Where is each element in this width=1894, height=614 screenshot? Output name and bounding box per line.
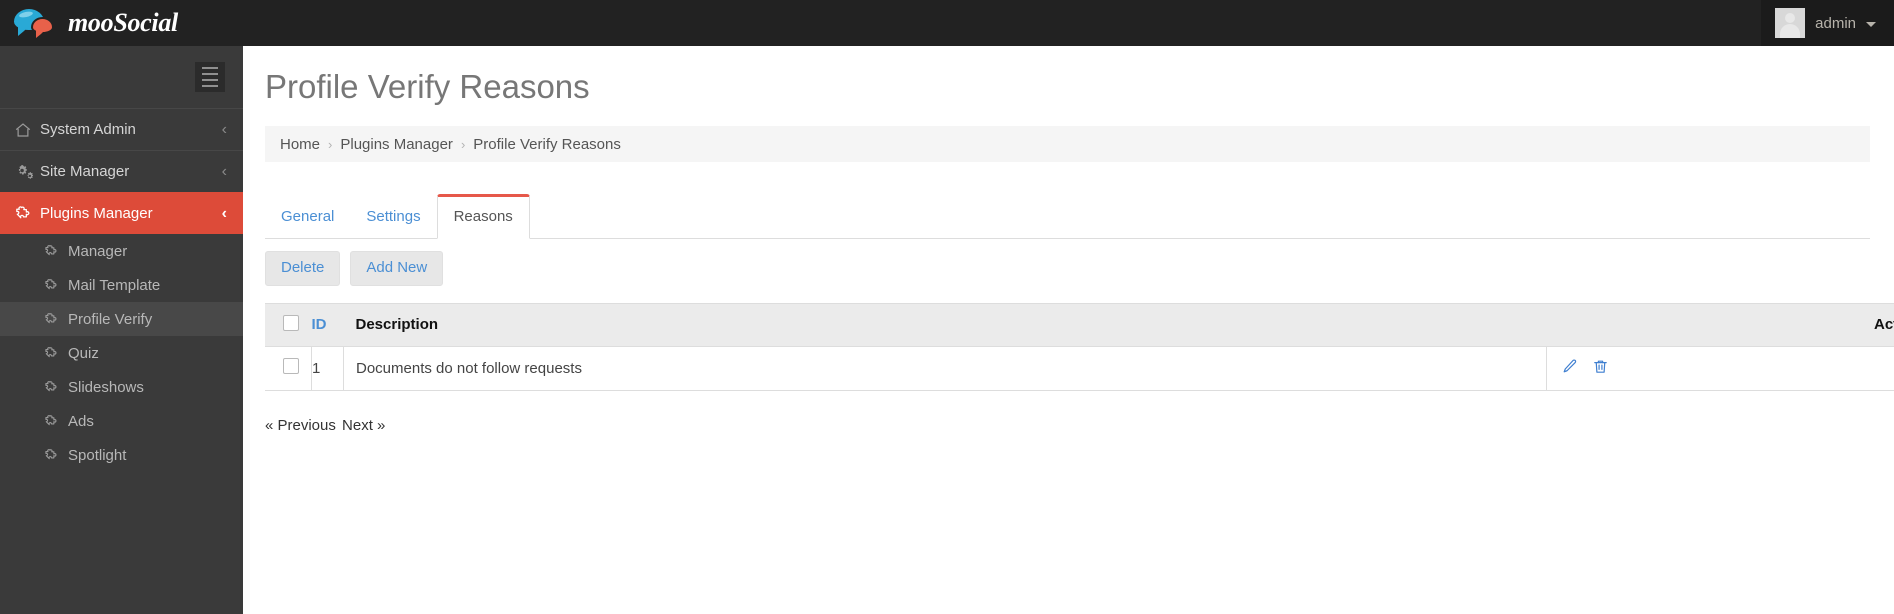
user-avatar-placeholder-icon [1775, 8, 1806, 38]
sidebar: System Admin ‹ Site Manager ‹ Plugins Ma… [0, 46, 243, 614]
breadcrumb-item-plugins-manager[interactable]: Plugins Manager [340, 136, 453, 153]
row-id-cell: 1 [311, 346, 344, 391]
home-icon [14, 121, 40, 139]
sidebar-item-quiz[interactable]: Quiz [0, 336, 243, 370]
puzzle-piece-icon [44, 380, 61, 395]
sidebar-item-ads[interactable]: Ads [0, 404, 243, 438]
sidebar-subitem-label: Mail Template [68, 276, 161, 294]
hamburger-menu-icon[interactable] [195, 62, 225, 92]
sidebar-item-plugins-manager[interactable]: Plugins Manager ‹ [0, 192, 243, 234]
reasons-table: ID Description Actions 1 Documents do no… [265, 302, 1894, 391]
sidebar-subitem-label: Quiz [68, 344, 99, 362]
sidebar-item-system-admin[interactable]: System Admin ‹ [0, 108, 243, 150]
chevron-left-icon[interactable]: ‹ [222, 163, 227, 180]
tab-bar: General Settings Reasons [265, 194, 1870, 239]
pagination-previous[interactable]: « Previous [265, 417, 336, 434]
row-actions-cell [1546, 346, 1894, 391]
pagination-next[interactable]: Next » [342, 417, 385, 434]
breadcrumb-item-home[interactable]: Home [280, 136, 320, 153]
user-name-label: admin [1815, 14, 1856, 32]
gears-icon [14, 163, 40, 181]
action-button-row: Delete Add New [265, 251, 1870, 286]
sidebar-subitem-label: Spotlight [68, 446, 127, 464]
sidebar-toggle-row [0, 46, 243, 108]
puzzle-piece-icon [44, 414, 61, 429]
breadcrumb: Home › Plugins Manager › Profile Verify … [265, 126, 1870, 162]
sidebar-subnav: Manager Mail Template Profile Verify Qui… [0, 234, 243, 472]
add-new-button[interactable]: Add New [350, 251, 444, 286]
tab-general[interactable]: General [265, 196, 350, 238]
pagination: « Previous Next » [265, 417, 1870, 434]
row-select-cell [265, 346, 312, 391]
tab-settings[interactable]: Settings [350, 196, 436, 238]
page-title: Profile Verify Reasons [265, 68, 590, 105]
puzzle-piece-icon [44, 448, 61, 463]
brand-name: mooSocial [68, 8, 178, 37]
puzzle-piece-icon [44, 278, 61, 293]
table-row: 1 Documents do not follow requests [265, 346, 1894, 391]
table-header-row: ID Description Actions [265, 302, 1894, 347]
breadcrumb-separator-icon: › [460, 136, 466, 152]
chevron-down-icon[interactable] [1866, 22, 1876, 27]
puzzle-piece-icon [44, 244, 61, 259]
sidebar-subitem-label: Profile Verify [68, 310, 153, 328]
sidebar-item-label: Site Manager [40, 163, 130, 180]
sidebar-item-label: System Admin [40, 121, 136, 138]
sidebar-item-mail-template[interactable]: Mail Template [0, 268, 243, 302]
sidebar-subitem-label: Ads [68, 412, 94, 430]
tab-reasons[interactable]: Reasons [436, 194, 530, 239]
sidebar-item-spotlight[interactable]: Spotlight [0, 438, 243, 472]
trash-icon[interactable] [1592, 358, 1609, 379]
select-all-checkbox[interactable] [283, 314, 299, 331]
sidebar-item-manager[interactable]: Manager [0, 234, 243, 268]
puzzle-piece-icon [44, 346, 61, 361]
row-checkbox[interactable] [283, 358, 299, 374]
chevron-left-icon[interactable]: ‹ [222, 121, 227, 138]
sidebar-item-site-manager[interactable]: Site Manager ‹ [0, 150, 243, 192]
sidebar-subitem-label: Slideshows [68, 378, 144, 396]
brand-logo[interactable]: mooSocial [0, 0, 243, 46]
delete-button[interactable]: Delete [265, 251, 341, 286]
puzzle-piece-icon [44, 312, 61, 327]
breadcrumb-item-current: Profile Verify Reasons [473, 135, 621, 153]
column-header-description: Description [343, 302, 1547, 347]
speech-bubbles-icon [14, 8, 60, 38]
main-content: Profile Verify Reasons Home › Plugins Ma… [243, 46, 1894, 614]
sidebar-subitem-label: Manager [68, 242, 128, 260]
sidebar-item-slideshows[interactable]: Slideshows [0, 370, 243, 404]
sidebar-item-label: Plugins Manager [40, 205, 153, 222]
chevron-left-icon[interactable]: ‹ [222, 205, 227, 222]
top-bar: mooSocial admin [0, 0, 1894, 46]
user-menu[interactable]: admin [1761, 0, 1894, 46]
puzzle-piece-icon [14, 205, 40, 223]
breadcrumb-separator-icon: › [328, 136, 333, 152]
column-header-actions: Actions [1546, 302, 1894, 347]
row-description-cell: Documents do not follow requests [343, 346, 1548, 391]
select-all-header [265, 302, 312, 347]
column-header-id[interactable]: ID [311, 302, 344, 347]
sidebar-item-profile-verify[interactable]: Profile Verify [0, 302, 243, 336]
edit-icon[interactable] [1561, 358, 1578, 379]
